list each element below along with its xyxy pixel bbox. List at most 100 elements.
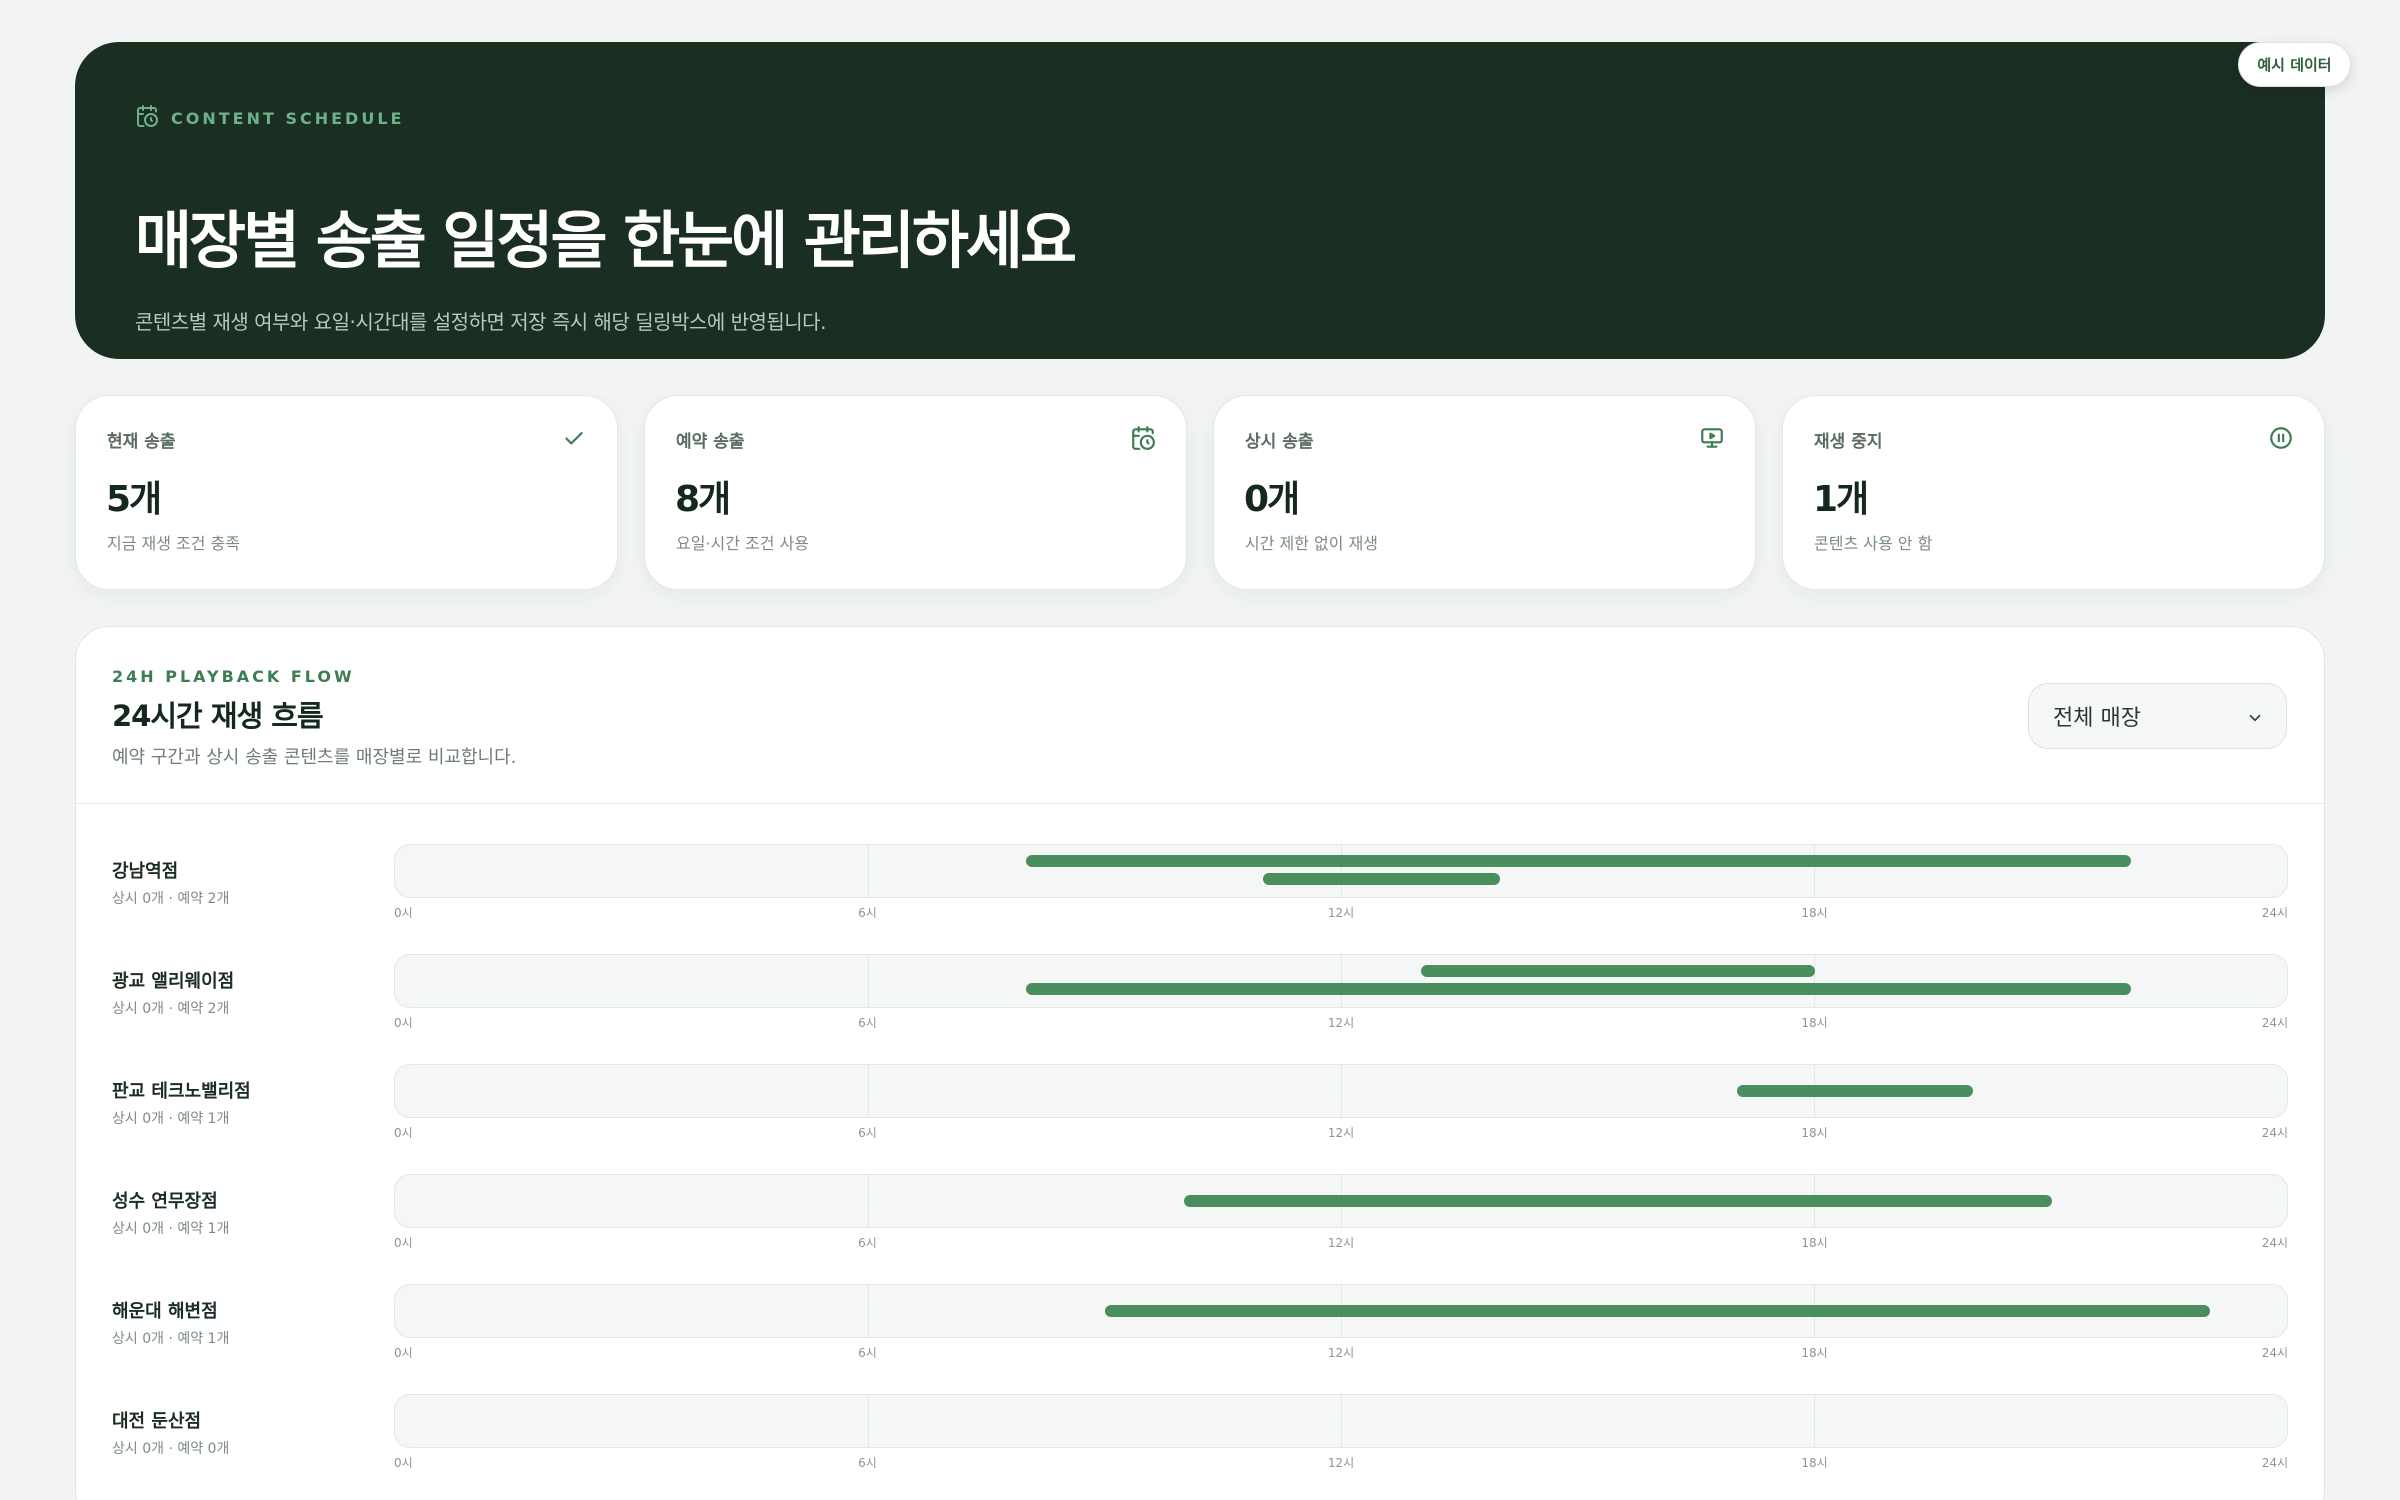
schedule-bar[interactable] bbox=[1184, 1195, 2053, 1207]
store-row: 광교 앨리웨이점 상시 0개 · 예약 2개 0시 6시 12시 18시 24시 bbox=[76, 954, 2324, 1077]
store-row: 판교 테크노밸리점 상시 0개 · 예약 1개 0시 6시 12시 18시 24시 bbox=[76, 1064, 2324, 1187]
timeline-tick-label: 12시 bbox=[1327, 1016, 1355, 1030]
schedule-bar[interactable] bbox=[1263, 873, 1500, 885]
hero-description: 콘텐츠별 재생 여부와 요일·시간대를 설정하면 저장 즉시 해당 딜링박스에 … bbox=[135, 310, 826, 334]
timeline-tick-label: 0시 bbox=[394, 1236, 413, 1250]
timeline-tick-label: 24시 bbox=[2261, 1236, 2288, 1250]
stat-value: 1개 bbox=[1813, 479, 1869, 520]
flow-title: 24시간 재생 흐름 bbox=[112, 699, 324, 733]
timeline-track bbox=[394, 844, 2288, 898]
timeline-tick-label: 24시 bbox=[2261, 1016, 2288, 1030]
timeline-tick-label: 0시 bbox=[394, 1456, 413, 1470]
stat-label: 예약 송출 bbox=[676, 432, 745, 452]
timeline-tick-label: 18시 bbox=[1801, 1016, 1828, 1030]
timeline-gridline bbox=[868, 1175, 869, 1227]
stat-label: 현재 송출 bbox=[107, 432, 176, 452]
stat-card-always: 상시 송출 0개 시간 제한 없이 재생 bbox=[1213, 395, 1756, 590]
timeline-tick-label: 0시 bbox=[394, 906, 413, 920]
timeline-axis: 0시 6시 12시 18시 24시 bbox=[394, 1124, 2288, 1140]
stat-value: 5개 bbox=[106, 479, 162, 520]
store-name: 성수 연무장점 bbox=[112, 1191, 218, 1212]
timeline-tick-label: 18시 bbox=[1801, 1456, 1828, 1470]
store-meta: 상시 0개 · 예약 1개 bbox=[112, 1331, 230, 1347]
timeline-tick-label: 12시 bbox=[1327, 1236, 1355, 1250]
timeline-tick-label: 0시 bbox=[394, 1016, 413, 1030]
timeline-tick-label: 12시 bbox=[1327, 1346, 1355, 1360]
timeline-tick-label: 0시 bbox=[394, 1346, 413, 1360]
timeline-axis: 0시 6시 12시 18시 24시 bbox=[394, 1454, 2288, 1470]
timeline-track bbox=[394, 1174, 2288, 1228]
stat-card-live: 현재 송출 5개 지금 재생 조건 충족 bbox=[75, 395, 618, 590]
timeline-gridline bbox=[868, 845, 869, 897]
store-row: 성수 연무장점상시 0개 · 예약 1개 0시 6시 12시 18시 24시 bbox=[76, 1174, 2324, 1297]
hero-banner: CONTENT SCHEDULE 매장별 송출 일정을 한눈에 관리하세요 콘텐… bbox=[75, 42, 2325, 359]
stat-cards: 현재 송출 5개 지금 재생 조건 충족 예약 송출 8개 요일·시간 조건 사… bbox=[75, 395, 2325, 590]
stat-subtext: 콘텐츠 사용 안 함 bbox=[1814, 534, 1933, 553]
timeline-tick-label: 6시 bbox=[858, 1016, 877, 1030]
flow-description: 예약 구간과 상시 송출 콘텐츠를 매장별로 비교합니다. bbox=[112, 747, 517, 768]
stat-value: 8개 bbox=[675, 479, 731, 520]
stat-label: 재생 중지 bbox=[1814, 432, 1883, 452]
check-icon bbox=[561, 425, 587, 451]
store-meta: 상시 0개 · 예약 0개 bbox=[112, 1441, 230, 1457]
timeline-tick-label: 24시 bbox=[2261, 1126, 2288, 1140]
playback-flow-panel: 24H PLAYBACK FLOW 24시간 재생 흐름 예약 구간과 상시 송… bbox=[75, 626, 2325, 1500]
timeline-gridline bbox=[868, 955, 869, 1007]
hero-eyebrow: CONTENT SCHEDULE bbox=[135, 104, 404, 132]
timeline-gridline bbox=[1341, 955, 1342, 1007]
timeline-tick-label: 12시 bbox=[1327, 906, 1355, 920]
schedule-bar[interactable] bbox=[1026, 983, 2132, 995]
timeline-tick-label: 6시 bbox=[858, 906, 877, 920]
store-row: 대전 둔산점 상시 0개 · 예약 0개 0시 6시 12시 18시 24시 bbox=[76, 1394, 2324, 1500]
calendar-clock-icon bbox=[135, 104, 159, 132]
timeline-gridline bbox=[868, 1395, 869, 1447]
timeline-gridline bbox=[1341, 1065, 1342, 1117]
timeline-gridline bbox=[1341, 1395, 1342, 1447]
store-meta: 상시 0개 · 예약 1개 bbox=[112, 1221, 230, 1237]
timeline-gridline bbox=[868, 1065, 869, 1117]
schedule-bar[interactable] bbox=[1420, 965, 1816, 977]
timeline-gridline bbox=[1814, 845, 1815, 897]
stat-subtext: 요일·시간 조건 사용 bbox=[676, 534, 810, 553]
schedule-bar[interactable] bbox=[1736, 1085, 1974, 1097]
store-meta: 상시 0개 · 예약 1개 bbox=[112, 1111, 230, 1127]
stat-subtext: 지금 재생 조건 충족 bbox=[107, 534, 241, 553]
timeline-track bbox=[394, 954, 2288, 1008]
timeline-axis: 0시 6시 12시 18시 24시 bbox=[394, 1234, 2288, 1250]
timeline-tick-label: 18시 bbox=[1801, 906, 1828, 920]
timeline-tick-label: 6시 bbox=[858, 1346, 877, 1360]
stat-card-scheduled: 예약 송출 8개 요일·시간 조건 사용 bbox=[644, 395, 1187, 590]
timeline-tick-label: 6시 bbox=[858, 1126, 877, 1140]
timeline-track bbox=[394, 1064, 2288, 1118]
timeline-track bbox=[394, 1394, 2288, 1448]
timeline-tick-label: 6시 bbox=[858, 1236, 877, 1250]
hero-eyebrow-text: CONTENT SCHEDULE bbox=[171, 108, 405, 128]
schedule-bar[interactable] bbox=[1105, 1305, 2211, 1317]
timeline-axis: 0시 6시 12시 18시 24시 bbox=[394, 904, 2288, 920]
timeline-tick-label: 12시 bbox=[1327, 1126, 1355, 1140]
timeline-tick-label: 18시 bbox=[1801, 1346, 1828, 1360]
store-meta: 상시 0개 · 예약 2개 bbox=[112, 891, 230, 907]
timeline-tick-label: 0시 bbox=[394, 1126, 413, 1140]
timeline-tick-label: 12시 bbox=[1327, 1456, 1355, 1470]
timeline-axis: 0시 6시 12시 18시 24시 bbox=[394, 1344, 2288, 1360]
store-name: 강남역점 bbox=[112, 861, 179, 882]
flow-eyebrow: 24H PLAYBACK FLOW bbox=[112, 667, 355, 686]
stat-subtext: 시간 제한 없이 재생 bbox=[1245, 534, 1379, 553]
flow-header: 24H PLAYBACK FLOW 24시간 재생 흐름 예약 구간과 상시 송… bbox=[76, 627, 2324, 804]
timeline-gridline bbox=[1814, 1395, 1815, 1447]
store-name: 해운대 해변점 bbox=[112, 1301, 218, 1322]
stat-value: 0개 bbox=[1244, 479, 1300, 520]
timeline-gridline bbox=[1814, 955, 1815, 1007]
stat-card-stopped: 재생 중지 1개 콘텐츠 사용 안 함 bbox=[1782, 395, 2325, 590]
page-title: 매장별 송출 일정을 한눈에 관리하세요 bbox=[135, 204, 1077, 277]
timeline-tick-label: 18시 bbox=[1801, 1236, 1828, 1250]
timeline-tick-label: 24시 bbox=[2261, 906, 2288, 920]
store-row: 해운대 해변점 상시 0개 · 예약 1개 0시 6시 12시 18시 24시 bbox=[76, 1284, 2324, 1407]
store-row: 강남역점상시 0개 · 예약 2개 0시 6시 12시 18시 24시 bbox=[76, 844, 2324, 967]
stat-label: 상시 송출 bbox=[1245, 432, 1314, 452]
schedule-bar[interactable] bbox=[1026, 855, 2132, 867]
store-select[interactable]: 전체 매장 bbox=[2028, 683, 2287, 749]
timeline-tick-label: 18시 bbox=[1801, 1126, 1828, 1140]
monitor-play-icon bbox=[1699, 425, 1725, 451]
